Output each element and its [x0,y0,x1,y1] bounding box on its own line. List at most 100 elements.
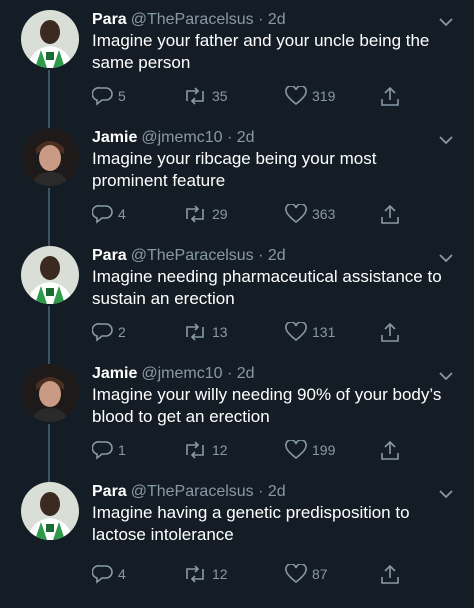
avatar[interactable] [21,482,79,540]
like-button[interactable]: 87 [284,564,328,584]
share-button[interactable] [379,322,405,344]
retweet-button[interactable]: 12 [182,440,228,460]
like-icon [285,440,307,460]
timestamp[interactable]: 2d [268,483,286,500]
like-count: 319 [312,88,336,104]
tweet[interactable]: Jamie @jmemc10 · 2d Imagine your willy ne… [0,354,474,472]
thread-line [48,70,50,118]
retweet-button[interactable]: 29 [182,204,228,224]
author-name[interactable]: Jamie [92,365,137,382]
like-count: 363 [312,206,336,222]
retweet-icon [186,565,204,583]
author-name[interactable]: Para [92,483,127,500]
share-icon [381,322,399,342]
timestamp[interactable]: 2d [237,365,255,382]
tweet-actions: 4 12 87 [92,564,412,586]
thread-line [48,424,50,472]
avatar[interactable] [21,364,79,422]
share-button[interactable] [379,564,405,586]
thread-line [48,306,50,354]
reply-count: 1 [118,442,126,458]
tweet[interactable]: Jamie @jmemc10 · 2d Imagine your ribcage … [0,118,474,236]
tweet-text: Imagine your willy needing 90% of your b… [92,385,442,426]
share-icon [381,440,399,460]
timestamp[interactable]: 2d [237,129,255,146]
chevron-down-icon[interactable] [438,16,454,28]
like-count: 87 [312,566,328,582]
thread-line [48,472,50,482]
timestamp[interactable]: 2d [268,11,286,28]
retweet-count: 13 [212,324,228,340]
reply-icon [92,323,113,342]
timestamp[interactable]: 2d [268,247,286,264]
chevron-down-icon[interactable] [438,252,454,264]
like-icon [285,322,307,342]
author-name[interactable]: Para [92,11,127,28]
author-handle[interactable]: @jmemc10 [141,129,222,146]
share-button[interactable] [379,204,405,226]
share-icon [381,86,399,106]
share-icon [381,204,399,224]
tweet-actions: 5 35 319 [92,86,412,108]
jamie-avatar-image [21,128,79,186]
share-icon [381,564,399,584]
thread-line [48,354,50,364]
thread-line [48,118,50,128]
like-button[interactable]: 199 [284,440,335,460]
like-button[interactable]: 131 [284,322,335,342]
avatar[interactable] [21,246,79,304]
para-avatar-image [21,10,79,68]
retweet-count: 35 [212,88,228,104]
chevron-down-icon[interactable] [438,370,454,382]
tweet-actions: 1 12 199 [92,440,412,462]
tweet-thread: Para @TheParacelsus · 2d Imagine your fat… [0,0,474,608]
reply-icon [92,87,113,106]
share-button[interactable] [379,86,405,108]
reply-button[interactable]: 1 [92,440,126,460]
tweet[interactable]: Para @TheParacelsus · 2d Imagine your fat… [0,0,474,118]
tweet-header: Para @TheParacelsus · 2d [92,11,286,28]
tweet-actions: 2 13 131 [92,322,412,344]
avatar[interactable] [21,128,79,186]
retweet-count: 12 [212,442,228,458]
author-handle[interactable]: @TheParacelsus [131,11,254,28]
retweet-icon [186,323,204,341]
like-button[interactable]: 363 [284,204,335,224]
tweet-text: Imagine your father and your uncle being… [92,31,430,72]
author-name[interactable]: Para [92,247,127,264]
reply-count: 4 [118,566,126,582]
tweet-text: Imagine your ribcage being your most pro… [92,149,377,190]
retweet-count: 29 [212,206,228,222]
chevron-down-icon[interactable] [438,488,454,500]
chevron-down-icon[interactable] [438,134,454,146]
share-button[interactable] [379,440,405,462]
retweet-button[interactable]: 13 [182,322,228,342]
avatar[interactable] [21,10,79,68]
reply-button[interactable]: 5 [92,86,126,106]
like-button[interactable]: 319 [284,86,335,106]
reply-button[interactable]: 4 [92,564,126,584]
like-count: 199 [312,442,336,458]
reply-count: 2 [118,324,126,340]
thread-line [48,188,50,236]
reply-button[interactable]: 4 [92,204,126,224]
like-icon [285,564,307,584]
tweet-actions: 4 29 363 [92,204,412,226]
retweet-icon [186,205,204,223]
author-handle[interactable]: @jmemc10 [141,365,222,382]
tweet-header: Jamie @jmemc10 · 2d [92,365,255,382]
retweet-button[interactable]: 35 [182,86,228,106]
reply-icon [92,441,113,460]
like-count: 131 [312,324,336,340]
retweet-button[interactable]: 12 [182,564,228,584]
author-handle[interactable]: @TheParacelsus [131,247,254,264]
reply-count: 5 [118,88,126,104]
author-handle[interactable]: @TheParacelsus [131,483,254,500]
reply-button[interactable]: 2 [92,322,126,342]
jamie-avatar-image [21,364,79,422]
author-name[interactable]: Jamie [92,129,137,146]
para-avatar-image [21,482,79,540]
tweet[interactable]: Para @TheParacelsus · 2d Imagine having a… [0,472,474,608]
tweet[interactable]: Para @TheParacelsus · 2d Imagine needing … [0,236,474,354]
thread-line [48,236,50,246]
